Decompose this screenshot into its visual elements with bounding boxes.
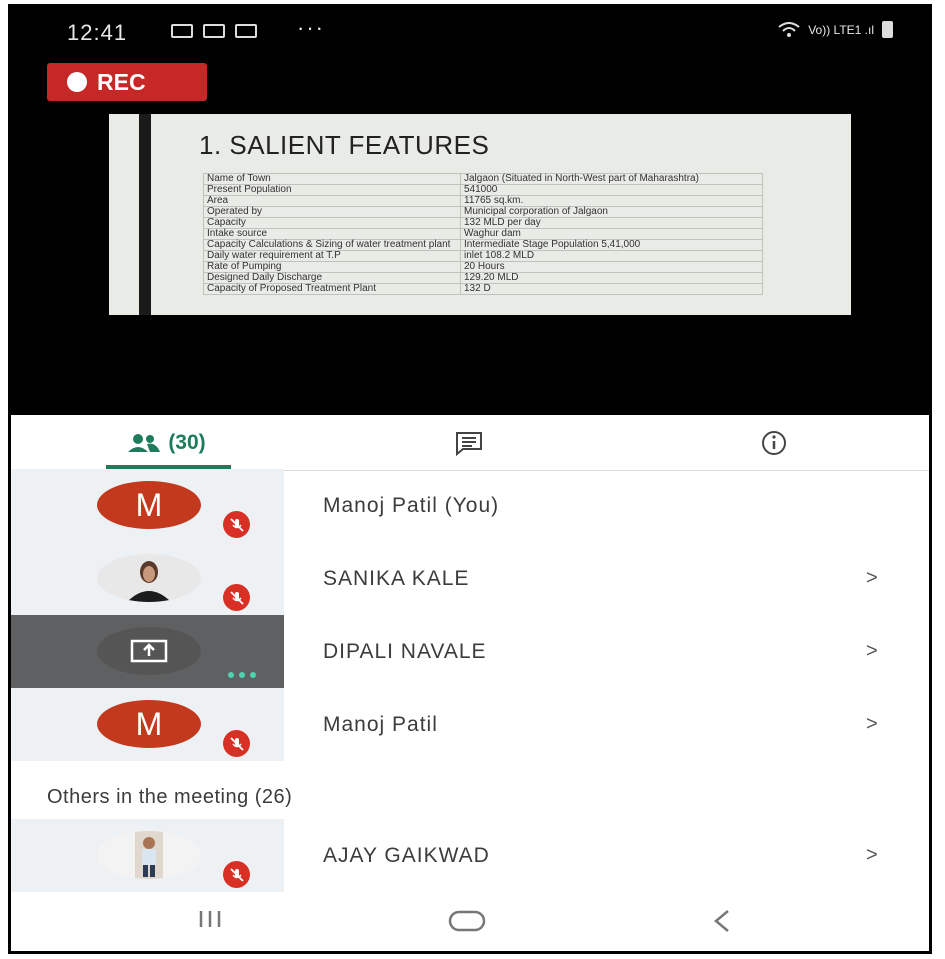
participant-name: Manoj Patil (You) [323, 493, 500, 517]
participant-name: Manoj Patil [323, 712, 438, 736]
participant-name: SANIKA KALE [323, 566, 470, 590]
table-cell: Waghur dam [460, 228, 763, 240]
image-notification-icon [171, 24, 193, 38]
table-cell: 541000 [460, 184, 763, 196]
chevron-right-icon: > [866, 844, 878, 866]
gallery-notification-icon [203, 24, 225, 38]
table-cell: Rate of Pumping [203, 261, 461, 273]
profile-photo [97, 831, 201, 879]
table-row: Capacity Calculations & Sizing of water … [203, 239, 763, 251]
info-icon [762, 430, 786, 455]
table-cell: 20 Hours [460, 261, 763, 273]
recording-badge: REC [47, 63, 207, 101]
status-bar: 12:41 ··· Vo)) LTE1 .ıl [11, 7, 929, 57]
participant-row[interactable]: AJAY GAIKWAD > [11, 819, 929, 892]
table-cell: Intermediate Stage Population 5,41,000 [460, 239, 763, 251]
wifi-icon [778, 21, 800, 37]
tab-chat[interactable] [439, 415, 499, 470]
table-cell: Present Population [203, 184, 461, 196]
recording-label: REC [97, 68, 146, 95]
mic-off-icon [223, 730, 250, 757]
more-notifications-icon: ··· [297, 15, 325, 40]
table-row: Present Population 541000 [203, 184, 763, 196]
presentation-area[interactable]: 12:41 ··· Vo)) LTE1 .ıl REC 1. SALIENT F… [11, 7, 929, 415]
table-row: Name of Town Jalgaon (Situated in North-W… [203, 173, 763, 185]
participant-name: DIPALI NAVALE [323, 639, 487, 663]
chevron-right-icon: > [866, 567, 878, 589]
participant-row[interactable]: M Manoj Patil (You) [11, 469, 929, 542]
table-cell: Operated by [203, 206, 461, 218]
table-cell: 129.20 MLD [460, 272, 763, 284]
table-cell: Capacity Calculations & Sizing of water … [203, 239, 461, 251]
table-cell: 132 MLD per day [460, 217, 763, 229]
status-right: Vo)) LTE1 .ıl [778, 21, 893, 38]
tab-people[interactable]: (30) [101, 415, 231, 470]
table-cell: Capacity [203, 217, 461, 229]
speaking-indicator-icon [228, 672, 256, 678]
table-row: Rate of Pumping 20 Hours [203, 261, 763, 273]
avatar [97, 627, 201, 675]
participant-tile: M [11, 688, 284, 761]
chat-icon [456, 431, 482, 456]
table-row: Operated by Municipal corporation of Jalg… [203, 206, 763, 218]
mic-off-icon [223, 511, 250, 538]
people-icon [128, 433, 161, 452]
battery-icon [882, 21, 893, 38]
table-cell: Area [203, 195, 461, 207]
slide-table: Name of Town Jalgaon (Situated in North-W… [203, 173, 763, 295]
table-cell: Designed Daily Discharge [203, 272, 461, 284]
back-icon[interactable] [711, 908, 733, 934]
profile-photo [97, 554, 201, 602]
participant-name: AJAY GAIKWAD [323, 843, 490, 867]
shared-slide: 1. SALIENT FEATURES Name of Town Jalgaon … [109, 114, 851, 315]
network-status: Vo)) LTE1 .ıl [808, 22, 874, 37]
table-cell: Name of Town [203, 173, 461, 185]
table-cell: Daily water requirement at T.P [203, 250, 461, 262]
participant-row[interactable]: M Manoj Patil > [11, 688, 929, 761]
table-row: Capacity of Proposed Treatment Plant 132 … [203, 283, 763, 295]
table-row: Intake source Waghur dam [203, 228, 763, 240]
avatar [97, 831, 201, 879]
participant-tile [11, 542, 284, 615]
table-cell: 132 D [460, 283, 763, 295]
app-frame: 12:41 ··· Vo)) LTE1 .ıl REC 1. SALIENT F… [8, 4, 932, 954]
avatar: M [97, 700, 201, 748]
table-cell: Capacity of Proposed Treatment Plant [203, 283, 461, 295]
table-cell: inlet 108.2 MLD [460, 250, 763, 262]
slide-edge-bar [139, 114, 151, 315]
others-heading: Others in the meeting (26) [47, 786, 293, 808]
record-dot-icon [67, 72, 87, 92]
recent-apps-icon[interactable] [197, 908, 223, 930]
table-cell: Municipal corporation of Jalgaon [460, 206, 763, 218]
avatar: M [97, 481, 201, 529]
slide-title: 1. SALIENT FEATURES [199, 130, 490, 160]
participant-tile: M [11, 469, 284, 542]
status-time: 12:41 [67, 20, 128, 45]
participant-row[interactable]: DIPALI NAVALE > [11, 615, 929, 688]
participant-tile [11, 819, 284, 892]
chevron-right-icon: > [866, 640, 878, 662]
chevron-right-icon: > [866, 713, 878, 735]
meeting-tabs: (30) [11, 415, 929, 471]
table-row: Designed Daily Discharge 129.20 MLD [203, 272, 763, 284]
mic-off-icon [223, 584, 250, 611]
tab-info[interactable] [744, 415, 804, 470]
mic-off-icon [223, 861, 250, 888]
table-cell: Intake source [203, 228, 461, 240]
home-icon[interactable] [447, 908, 487, 934]
system-nav-bar [11, 900, 929, 951]
present-screen-icon [130, 639, 168, 663]
table-row: Capacity 132 MLD per day [203, 217, 763, 229]
participant-tile [11, 615, 284, 688]
people-count: (30) [168, 430, 206, 454]
avatar [97, 554, 201, 602]
table-cell: 11765 sq.km. [460, 195, 763, 207]
table-row: Area 11765 sq.km. [203, 195, 763, 207]
notification-icons [171, 24, 257, 38]
message-notification-icon [235, 24, 257, 38]
participant-row[interactable]: SANIKA KALE > [11, 542, 929, 615]
table-row: Daily water requirement at T.P inlet 108.… [203, 250, 763, 262]
table-cell: Jalgaon (Situated in North-West part of … [460, 173, 763, 185]
